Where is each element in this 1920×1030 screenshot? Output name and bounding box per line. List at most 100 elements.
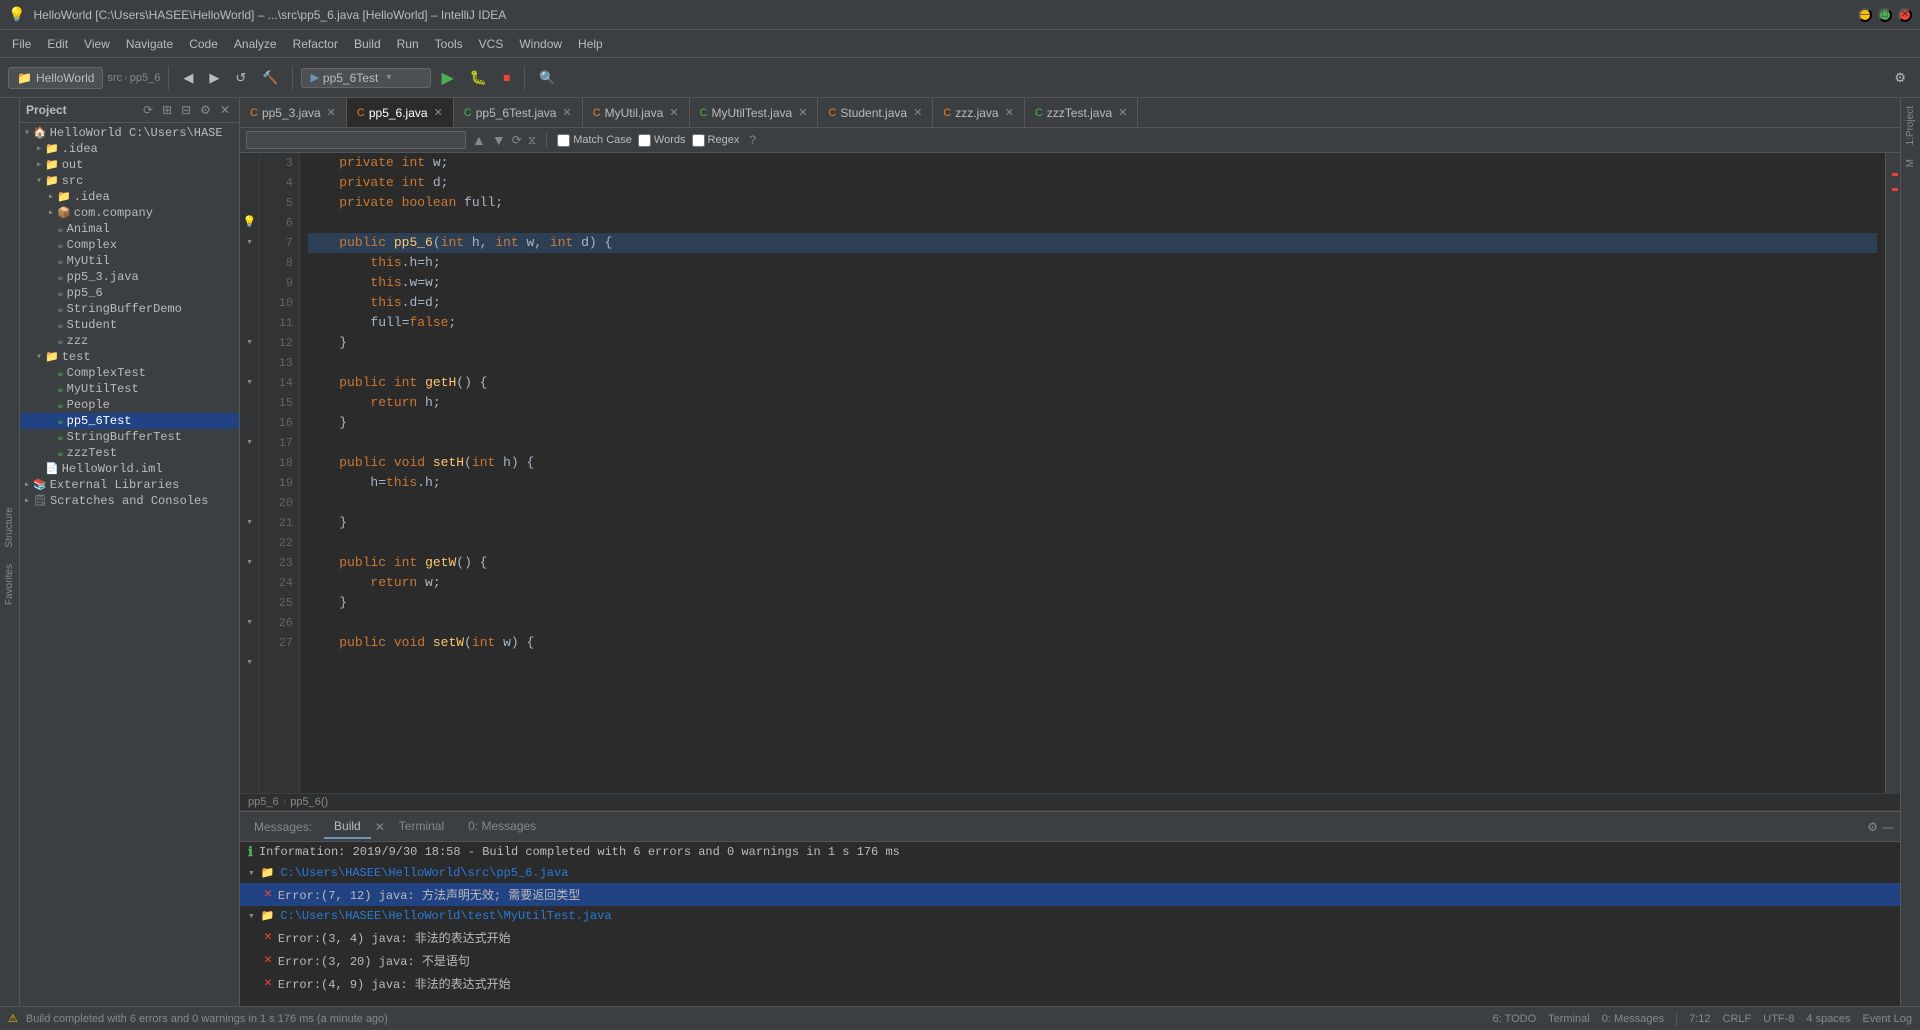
bottom-tab-build[interactable]: Build bbox=[324, 815, 371, 839]
code-editor[interactable]: private int w; private int d; private bo… bbox=[300, 153, 1885, 793]
breadcrumb-item2[interactable]: pp5_6() bbox=[290, 796, 328, 808]
tab-pp56test[interactable]: C pp5_6Test.java ✕ bbox=[454, 98, 583, 128]
tree-item-people[interactable]: ▸ ☕ People bbox=[20, 397, 239, 413]
tree-item-zzztest[interactable]: ▸ ☕ zzzTest bbox=[20, 445, 239, 461]
sync-button[interactable]: ⟳ bbox=[140, 102, 156, 118]
event-log[interactable]: Event Log bbox=[1862, 1013, 1912, 1025]
build-error2-row[interactable]: ✕ Error:(3, 4) java: 非法的表达式开始 bbox=[240, 926, 1900, 949]
tab-myutil[interactable]: C MyUtil.java ✕ bbox=[583, 98, 690, 128]
search-everywhere-button[interactable]: 🔍 bbox=[533, 66, 561, 90]
line-endings[interactable]: CRLF bbox=[1723, 1013, 1752, 1025]
minimize-button[interactable]: — bbox=[1858, 8, 1872, 22]
close-button[interactable]: ✕ bbox=[1898, 8, 1912, 22]
tree-item-myutil[interactable]: ▸ ☕ MyUtil bbox=[20, 253, 239, 269]
tree-item-external-libs[interactable]: ▸ 📚 External Libraries bbox=[20, 477, 239, 493]
forward-button[interactable]: ▶ bbox=[203, 66, 225, 90]
run-button[interactable]: ▶ bbox=[435, 64, 459, 92]
expand-all-button[interactable]: ⊞ bbox=[159, 102, 175, 118]
menu-navigate[interactable]: Navigate bbox=[118, 33, 181, 55]
run-config[interactable]: pp5_6Test bbox=[323, 71, 378, 85]
search-up-button[interactable]: ▲ bbox=[472, 132, 486, 148]
tab-zzztest[interactable]: C zzzTest.java ✕ bbox=[1025, 98, 1139, 128]
regex-checkbox[interactable] bbox=[692, 134, 705, 147]
build-button[interactable]: 🔨 bbox=[256, 66, 284, 90]
collapse-all-button[interactable]: ⊟ bbox=[178, 102, 194, 118]
menu-edit[interactable]: Edit bbox=[39, 33, 76, 55]
messages-count[interactable]: 0: Messages bbox=[1602, 1013, 1664, 1025]
debug-button[interactable]: 🐛 bbox=[464, 65, 493, 90]
tree-item-pp56test[interactable]: ▸ ☕ pp5_6Test bbox=[20, 413, 239, 429]
bottom-tab-messages[interactable]: 0: Messages bbox=[458, 815, 546, 839]
tab-myutiltest[interactable]: C MyUtilTest.java ✕ bbox=[690, 98, 819, 128]
match-case-option[interactable]: Match Case bbox=[557, 134, 632, 147]
tree-item-stringbuffertest[interactable]: ▸ ☕ StringBufferTest bbox=[20, 429, 239, 445]
encoding[interactable]: UTF-8 bbox=[1763, 1013, 1794, 1025]
menu-code[interactable]: Code bbox=[181, 33, 226, 55]
bottom-minimize-button[interactable]: — bbox=[1882, 820, 1894, 834]
tab-pp56[interactable]: C pp5_6.java ✕ bbox=[347, 98, 454, 128]
close-panel-button[interactable]: ✕ bbox=[217, 102, 233, 118]
tree-item-complextest[interactable]: ▸ ☕ ComplexTest bbox=[20, 365, 239, 381]
cursor-position[interactable]: 7:12 bbox=[1689, 1013, 1710, 1025]
tree-item-pp53[interactable]: ▸ ☕ pp5_3.java bbox=[20, 269, 239, 285]
project-switcher[interactable]: HelloWorld bbox=[36, 71, 94, 85]
right-sidebar-tab1[interactable]: 1:Project bbox=[1903, 102, 1918, 149]
search-refresh-button[interactable]: ⟳ bbox=[512, 133, 522, 147]
tab-pp53[interactable]: C pp5_3.java ✕ bbox=[240, 98, 347, 128]
build-file1-row[interactable]: ▾ 📁 C:\Users\HASEE\HelloWorld\src\pp5_6.… bbox=[240, 863, 1900, 883]
bottom-settings-button[interactable]: ⚙ bbox=[1867, 820, 1878, 834]
right-sidebar-tab2[interactable]: M bbox=[1903, 155, 1918, 171]
regex-option[interactable]: Regex bbox=[692, 134, 740, 147]
bottom-tab-terminal[interactable]: Terminal bbox=[389, 815, 454, 839]
tree-item-idea[interactable]: ▸ 📁 .idea bbox=[20, 141, 239, 157]
tree-item-scratches[interactable]: ▸ 🗒 Scratches and Consoles bbox=[20, 493, 239, 509]
menu-build[interactable]: Build bbox=[346, 33, 389, 55]
tree-item-com-company[interactable]: ▸ 📦 com.company bbox=[20, 205, 239, 221]
words-option[interactable]: Words bbox=[638, 134, 686, 147]
tree-item-test[interactable]: ▾ 📁 test bbox=[20, 349, 239, 365]
tree-item-helloworld[interactable]: ▾ 🏠 HelloWorld C:\Users\HASE bbox=[20, 125, 239, 141]
settings-button[interactable]: ⚙ bbox=[1888, 66, 1912, 90]
tree-item-helloworld-iml[interactable]: ▸ 📄 HelloWorld.iml bbox=[20, 461, 239, 477]
words-checkbox[interactable] bbox=[638, 134, 651, 147]
menu-window[interactable]: Window bbox=[511, 33, 570, 55]
refresh-button[interactable]: ↺ bbox=[229, 66, 252, 90]
structure-tab[interactable]: Structure bbox=[2, 503, 17, 552]
build-tab-close[interactable]: ✕ bbox=[375, 820, 385, 834]
build-error3-row[interactable]: ✕ Error:(3, 20) java: 不是语句 bbox=[240, 949, 1900, 972]
terminal-link[interactable]: Terminal bbox=[1548, 1013, 1590, 1025]
tab-zzz[interactable]: C zzz.java ✕ bbox=[933, 98, 1025, 128]
tree-item-animal[interactable]: ▸ ☕ Animal bbox=[20, 221, 239, 237]
menu-tools[interactable]: Tools bbox=[427, 33, 471, 55]
build-file2-row[interactable]: ▾ 📁 C:\Users\HASEE\HelloWorld\test\MyUti… bbox=[240, 906, 1900, 926]
tree-item-zzz[interactable]: ▸ ☕ zzz bbox=[20, 333, 239, 349]
tab-student[interactable]: C Student.java ✕ bbox=[818, 98, 933, 128]
menu-analyze[interactable]: Analyze bbox=[226, 33, 285, 55]
menu-file[interactable]: File bbox=[4, 33, 39, 55]
menu-help[interactable]: Help bbox=[570, 33, 611, 55]
indent-size[interactable]: 4 spaces bbox=[1806, 1013, 1850, 1025]
tree-item-src-idea[interactable]: ▸ 📁 .idea bbox=[20, 189, 239, 205]
search-down-button[interactable]: ▼ bbox=[492, 132, 506, 148]
tree-item-stringbufferdemo[interactable]: ▸ ☕ StringBufferDemo bbox=[20, 301, 239, 317]
menu-refactor[interactable]: Refactor bbox=[285, 33, 346, 55]
settings-panel-button[interactable]: ⚙ bbox=[197, 102, 214, 118]
favorites-tab[interactable]: Favorites bbox=[2, 560, 17, 609]
menu-run[interactable]: Run bbox=[389, 33, 427, 55]
tree-item-student[interactable]: ▸ ☕ Student bbox=[20, 317, 239, 333]
breadcrumb-item1[interactable]: pp5_6 bbox=[248, 796, 279, 808]
match-case-checkbox[interactable] bbox=[557, 134, 570, 147]
maximize-button[interactable]: □ bbox=[1878, 8, 1892, 22]
tree-item-complex[interactable]: ▸ ☕ Complex bbox=[20, 237, 239, 253]
search-input[interactable] bbox=[246, 131, 466, 149]
tree-item-pp56[interactable]: ▸ ☕ pp5_6 bbox=[20, 285, 239, 301]
tree-item-out[interactable]: ▸ 📁 out bbox=[20, 157, 239, 173]
back-button[interactable]: ◀ bbox=[177, 66, 199, 90]
search-filter-button[interactable]: ⧖ bbox=[528, 133, 536, 148]
tree-item-src[interactable]: ▾ 📁 src bbox=[20, 173, 239, 189]
menu-vcs[interactable]: VCS bbox=[471, 33, 512, 55]
tree-item-myutiltest[interactable]: ▸ ☕ MyUtilTest bbox=[20, 381, 239, 397]
stop-button[interactable]: ⏹ bbox=[497, 65, 516, 90]
build-error1-row[interactable]: ✕ Error:(7, 12) java: 方法声明无效; 需要返回类型 bbox=[240, 883, 1900, 906]
build-info-row[interactable]: ℹ Information: 2019/9/30 18:58 - Build c… bbox=[240, 842, 1900, 863]
